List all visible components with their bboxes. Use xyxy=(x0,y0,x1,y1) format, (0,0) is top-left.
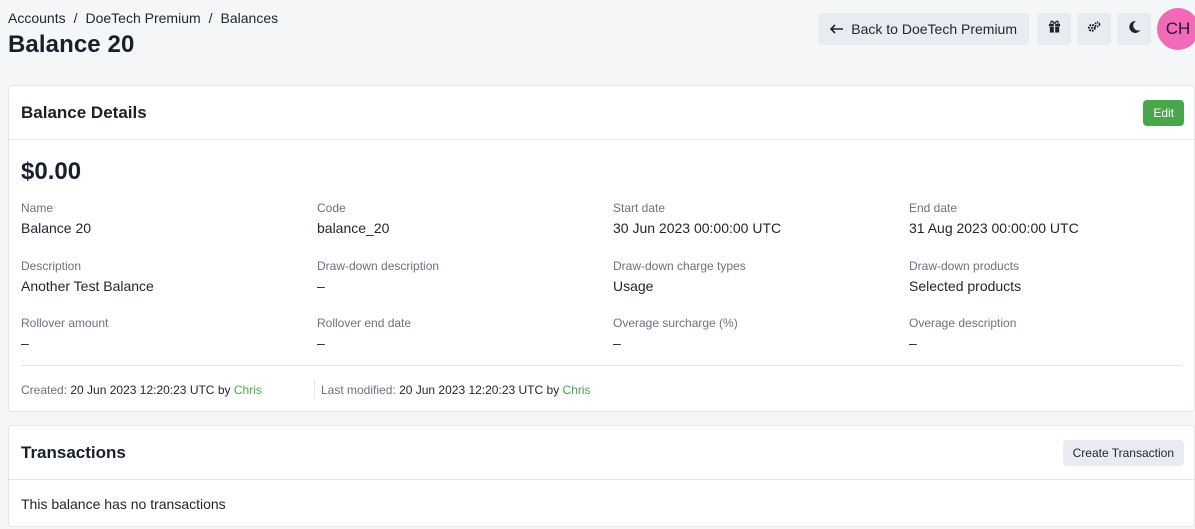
field-value: Balance 20 xyxy=(21,220,92,236)
breadcrumb-item-account[interactable]: DoeTech Premium xyxy=(85,10,200,26)
theme-toggle-button[interactable] xyxy=(1117,13,1151,45)
field-label: Overage surcharge (%) xyxy=(613,316,738,330)
settings-button[interactable] xyxy=(1077,13,1111,45)
field-start-date: Start date 30 Jun 2023 00:00:00 UTC xyxy=(613,201,893,236)
transactions-header: Transactions Create Transaction xyxy=(9,426,1194,480)
breadcrumb-item-accounts[interactable]: Accounts xyxy=(8,10,66,26)
field-description: Description Another Test Balance xyxy=(21,259,301,294)
field-value: Usage xyxy=(613,278,654,294)
breadcrumb-item-balances[interactable]: Balances xyxy=(221,10,279,26)
modified-by-user-link[interactable]: Chris xyxy=(563,383,591,397)
empty-state-text: This balance has no transactions xyxy=(21,496,226,512)
balance-details-card: Balance Details Edit $0.00 Name Balance … xyxy=(8,85,1195,412)
field-label: Rollover end date xyxy=(317,316,412,330)
balance-amount: $0.00 xyxy=(21,158,82,185)
gift-icon xyxy=(1048,20,1061,38)
transactions-card: Transactions Create Transaction This bal… xyxy=(8,425,1195,527)
modified-info: Last modified: 20 Jun 2023 12:20:23 UTC … xyxy=(321,383,591,397)
breadcrumb-separator: / xyxy=(73,10,78,26)
back-button-label: Back to DoeTech Premium xyxy=(851,21,1017,37)
field-label: Rollover amount xyxy=(21,316,109,330)
field-label: Start date xyxy=(613,201,666,215)
field-value: balance_20 xyxy=(317,220,390,236)
field-label: Draw-down description xyxy=(317,259,440,273)
modified-label: Last modified: xyxy=(321,383,396,397)
page-title: Balance 20 xyxy=(8,31,135,58)
field-value: – xyxy=(21,335,29,351)
field-value: 30 Jun 2023 00:00:00 UTC xyxy=(613,220,782,236)
card-title: Balance Details xyxy=(21,102,147,122)
field-label: Overage description xyxy=(909,316,1017,330)
meta-separator xyxy=(314,379,315,399)
field-value: – xyxy=(317,335,325,351)
gift-button[interactable] xyxy=(1037,13,1071,45)
modified-by-text: by xyxy=(546,383,560,397)
field-value: Another Test Balance xyxy=(21,278,154,294)
field-rollover-amount: Rollover amount – xyxy=(21,316,301,351)
field-label: Draw-down charge types xyxy=(613,259,746,273)
field-value: 31 Aug 2023 00:00:00 UTC xyxy=(909,220,1079,236)
field-end-date: End date 31 Aug 2023 00:00:00 UTC xyxy=(909,201,1189,236)
field-draw-down-description: Draw-down description – xyxy=(317,259,597,294)
field-draw-down-products: Draw-down products Selected products xyxy=(909,259,1189,294)
field-value: – xyxy=(317,278,325,294)
created-by-user-link[interactable]: Chris xyxy=(234,383,262,397)
field-label: End date xyxy=(909,201,958,215)
field-overage-description: Overage description – xyxy=(909,316,1189,351)
field-value: Selected products xyxy=(909,278,1022,294)
breadcrumb: Accounts / DoeTech Premium / Balances xyxy=(8,10,278,26)
field-label: Description xyxy=(21,259,82,273)
field-draw-down-charge-types: Draw-down charge types Usage xyxy=(613,259,893,294)
field-rollover-end-date: Rollover end date – xyxy=(317,316,597,351)
created-info: Created: 20 Jun 2023 12:20:23 UTC by Chr… xyxy=(21,383,262,397)
divider xyxy=(21,365,1182,366)
balance-details-header: Balance Details Edit xyxy=(9,86,1194,140)
moon-icon xyxy=(1128,20,1141,39)
card-title: Transactions xyxy=(21,442,126,462)
breadcrumb-separator: / xyxy=(208,10,213,26)
top-bar: Accounts / DoeTech Premium / Balances Ba… xyxy=(8,0,1195,80)
field-name: Name Balance 20 xyxy=(21,201,301,236)
create-transaction-button[interactable]: Create Transaction xyxy=(1062,439,1184,466)
field-label: Code xyxy=(317,201,346,215)
created-by-text: by xyxy=(217,383,231,397)
back-button[interactable]: Back to DoeTech Premium xyxy=(818,13,1029,45)
avatar[interactable]: CH xyxy=(1157,8,1195,50)
field-value: – xyxy=(613,335,621,351)
field-label: Name xyxy=(21,201,54,215)
header-actions: Back to DoeTech Premium CH xyxy=(818,8,1195,50)
settings-gears-icon xyxy=(1087,20,1101,38)
field-value: – xyxy=(909,335,917,351)
created-timestamp: 20 Jun 2023 12:20:23 UTC xyxy=(70,383,215,397)
field-label: Draw-down products xyxy=(909,259,1020,273)
field-overage-surcharge: Overage surcharge (%) – xyxy=(613,316,893,351)
edit-button[interactable]: Edit xyxy=(1143,99,1184,126)
field-code: Code balance_20 xyxy=(317,201,597,236)
modified-timestamp: 20 Jun 2023 12:20:23 UTC xyxy=(399,383,544,397)
arrow-left-icon xyxy=(830,21,844,37)
created-label: Created: xyxy=(21,383,68,397)
